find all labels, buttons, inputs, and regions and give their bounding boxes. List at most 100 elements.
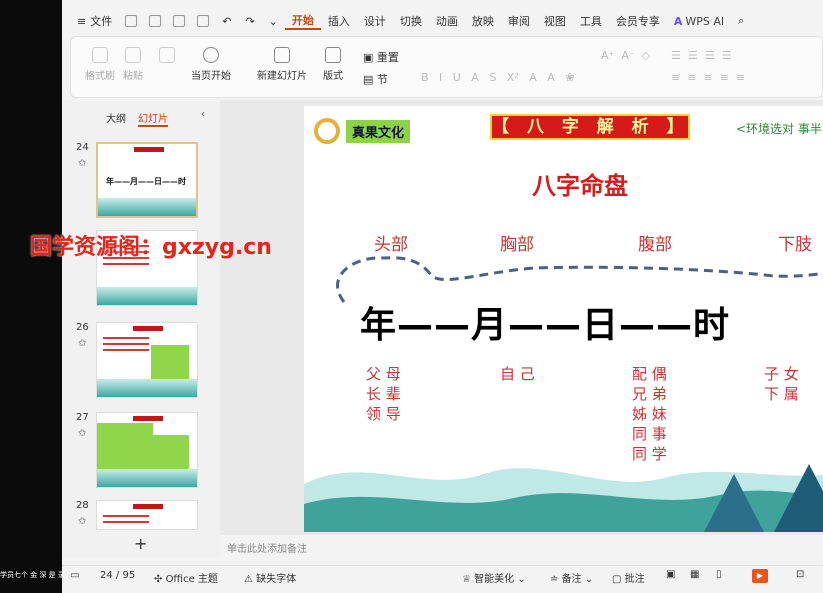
part-chest: 胸部 [500,235,534,255]
menu-bar: ≡ 文件 ↶ ↷ ⌄ 开始 插入 设计 切换 动画 放映 审阅 视图 工具 会员… [62,8,823,34]
slide-number: 27 [76,412,89,423]
tab-insert[interactable]: 插入 [321,13,357,29]
comments-button[interactable]: ▢ 批注 [612,570,645,585]
play-icon [203,47,219,63]
reading-view-icon[interactable]: ▯ [716,569,722,580]
font-size-controls[interactable]: A⁺ A⁻ ◇ [601,49,650,62]
file-menu[interactable]: ≡ 文件 [70,13,119,29]
notes-label: 备注 [561,574,582,585]
thumb-green-box [151,435,189,469]
layout-icon [325,47,341,63]
reset-label: 重置 [376,51,399,64]
search-icon[interactable]: ⌕ [731,14,751,28]
relation-item: 领 导 [366,405,401,423]
tab-tools[interactable]: 工具 [573,13,609,29]
theme-label: Office 主题 [165,574,218,585]
collapse-panel-icon[interactable]: ‹ [201,109,205,120]
slogan-text: <环境选对 事半 [736,122,822,136]
paste-button[interactable]: 粘贴 [123,47,143,82]
day-relations: 配 偶 兄 弟 姊 妹 同 事 同 学 [632,364,667,464]
tab-member[interactable]: 会员专享 [609,13,667,29]
redo-icon[interactable]: ↷ [238,15,261,28]
star-icon[interactable]: ✩ [78,158,86,169]
notes-icon: ≐ [550,574,562,585]
relation-item: 长 辈 [366,385,401,403]
reset-button[interactable]: ▣ 重置 [363,49,399,65]
list-controls[interactable]: ☰ ☰ ☰ ☰ [671,49,731,62]
save-icon[interactable] [125,15,138,27]
relation-item: 配 偶 [632,365,667,383]
thumb-landscape [97,469,197,487]
smart-beautify-button[interactable]: ♕ 智能美化 ⌄ [462,570,526,585]
tab-home[interactable]: 开始 [284,12,321,30]
warning-icon: ⚠ [244,574,257,585]
wps-ai-button[interactable]: A WPS AI [667,15,731,28]
relation-item: 子 女 [764,365,799,383]
slide-number: 28 [76,500,89,511]
tab-view[interactable]: 视图 [537,13,573,29]
tab-design[interactable]: 设计 [357,13,393,29]
paste-label: 粘贴 [123,71,143,82]
undo-icon[interactable]: ↶ [215,15,238,28]
tab-animation[interactable]: 动画 [429,13,465,29]
slide-thumbnail [96,322,198,398]
tab-slides[interactable]: 幻灯片 [138,110,168,127]
star-icon[interactable]: ✩ [78,428,86,439]
relation-item: 下 属 [764,385,799,403]
cut-button[interactable] [159,47,175,63]
hour-relations: 子 女 下 属 [764,364,799,404]
grid-view-icon[interactable]: ▦ [690,569,699,580]
relation-item: 父 母 [366,365,401,383]
more-chevron-icon[interactable]: ⌄ [262,15,285,28]
thumb-header [133,504,163,509]
thumb-landscape [98,198,196,216]
section-button[interactable]: ▤ 节 [363,71,388,87]
ribbon-toolbar: 格式刷 粘贴 当页开始 新建幻灯片 版式 ▣ 重置 ▤ 节 B I U A S [70,36,823,98]
new-slide-button[interactable]: 新建幻灯片 [257,47,307,82]
tab-outline[interactable]: 大纲 [106,110,126,127]
new-slide-label: 新建幻灯片 [257,71,307,82]
fit-window-icon[interactable]: ⊡ [796,569,804,580]
thumb-header [133,416,163,421]
tab-transition[interactable]: 切换 [393,13,429,29]
notes-placeholder[interactable]: 单击此处添加备注 [227,540,307,555]
menu-icon: ≡ [77,14,87,28]
print-preview-icon[interactable] [197,15,210,27]
print-icon[interactable] [173,15,186,27]
current-slide[interactable]: 真果文化 【 八 字 解 析 】 <环境选对 事半 八字命盘 头部 胸部 腹部 … [304,106,823,532]
alignment-controls[interactable]: ≡ ≡ ≡ ≡ ≡ [671,71,745,84]
play-from-current-button[interactable]: 当页开始 [191,47,231,82]
export-pdf-icon[interactable] [149,15,162,27]
slide-canvas: 真果文化 【 八 字 解 析 】 <环境选对 事半 八字命盘 头部 胸部 腹部 … [220,100,823,535]
format-painter-button[interactable]: 格式刷 [85,47,115,82]
notes-toggle-button[interactable]: ≐ 备注 ⌄ [550,570,593,585]
format-painter-label: 格式刷 [85,71,115,82]
layout-button[interactable]: 版式 [323,47,343,82]
slide-thumbnail [96,500,198,530]
section-label: 节 [376,73,388,86]
add-slide-button[interactable]: + [134,534,147,553]
theme-button[interactable]: ✣ Office 主题 [154,570,218,585]
missing-font-button[interactable]: ⚠ 缺失字体 [244,570,296,585]
play-slideshow-icon[interactable]: ▶ [752,569,768,583]
tab-review[interactable]: 审阅 [501,13,537,29]
relation-item: 自 己 [500,365,535,383]
thumb-text-lines [103,337,149,355]
normal-view-icon[interactable]: ▣ [666,569,675,580]
thumb-text-lines [103,515,149,527]
star-icon[interactable]: ✩ [78,516,86,527]
status-bar: ▭ 24 / 95 ✣ Office 主题 ⚠ 缺失字体 ♕ 智能美化 ⌄ ≐ … [62,565,823,587]
bold-italic-underline-group[interactable]: B I U A S X² A A ❀ [421,71,574,84]
desktop-background [0,0,62,593]
slide-thumbnail: 年——月——日——时 [96,142,198,218]
star-icon[interactable]: ✩ [78,338,86,349]
beautify-icon: ♕ [462,574,475,585]
watermark-text: 国学资源阁：gxzyg.cn [30,235,272,260]
brand-logo: 真果文化 [314,118,411,144]
tab-slideshow[interactable]: 放映 [465,13,501,29]
panel-tabs: 大纲 幻灯片 ‹ [106,109,205,127]
part-head: 头部 [374,235,408,255]
taskbar-item[interactable]: 学员七个 金 深 是 录 [0,570,100,584]
brand-name: 真果文化 [346,119,411,143]
thumb-header [134,147,164,152]
